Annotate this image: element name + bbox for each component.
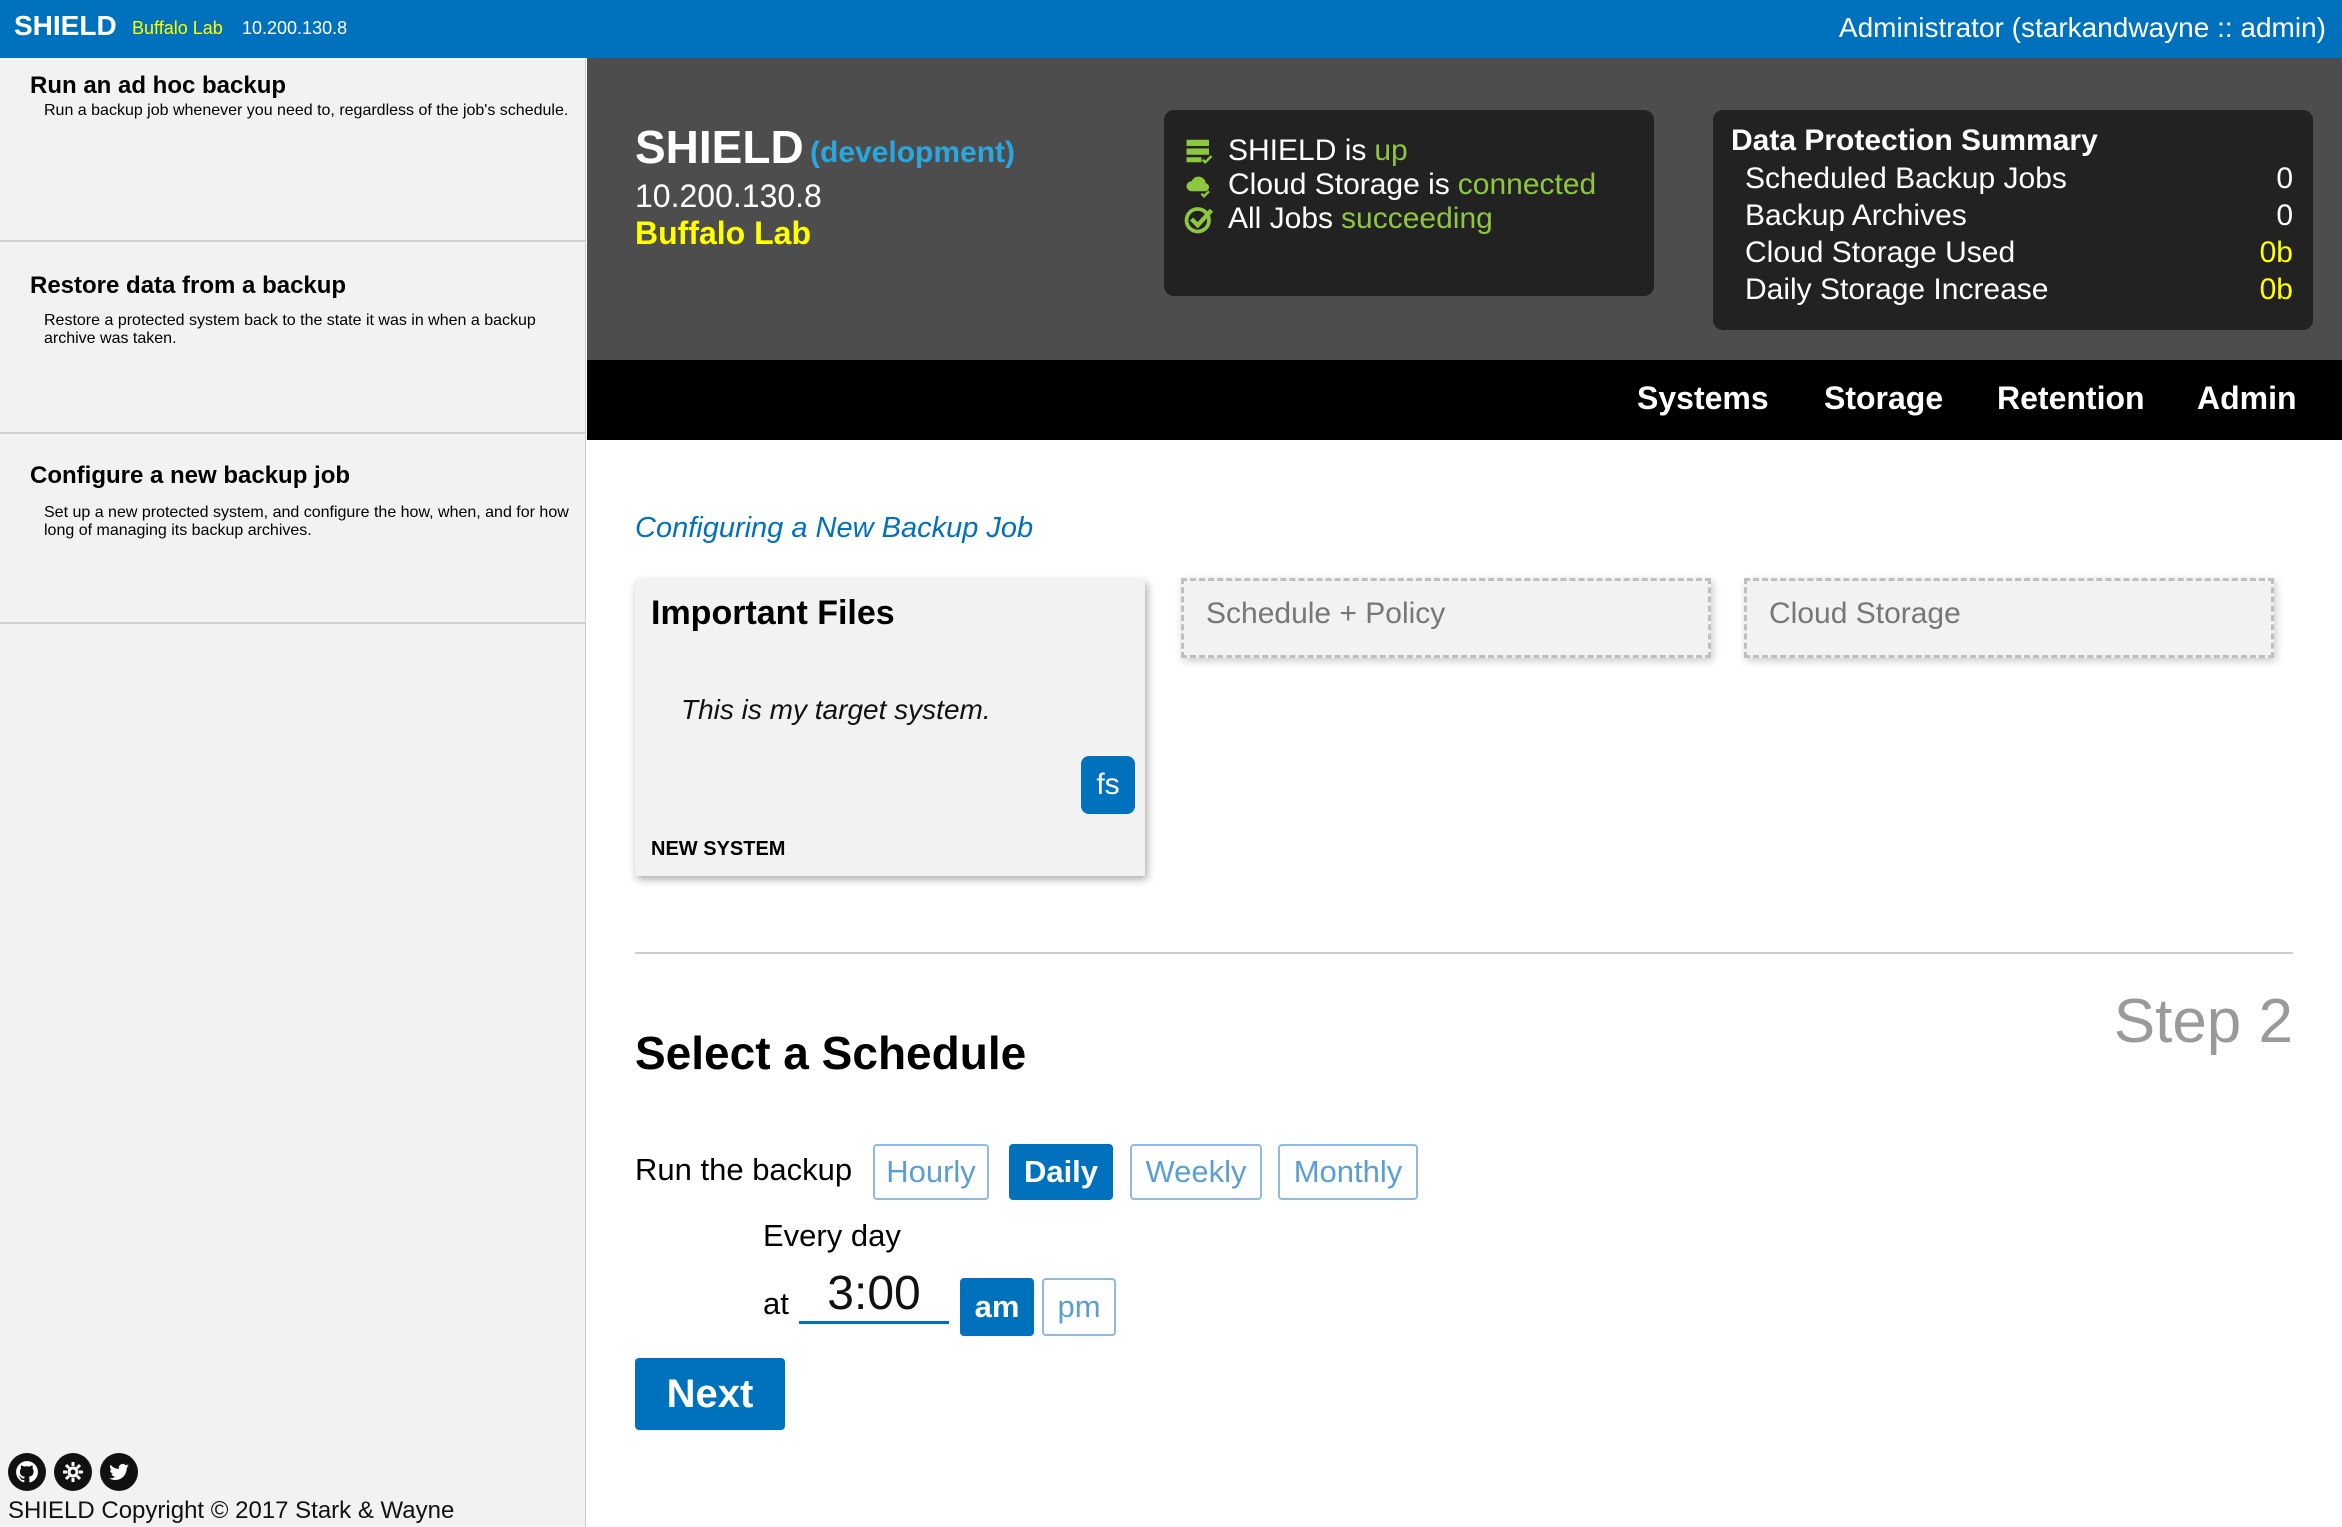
step-indicator: Step 2: [2113, 987, 2293, 1056]
nav-storage[interactable]: Storage: [1824, 380, 1943, 417]
summary-row: Cloud Storage Used 0b: [1745, 236, 2293, 269]
twitter-icon[interactable]: [100, 1453, 138, 1491]
check-icon: [1182, 202, 1216, 236]
am-button[interactable]: am: [960, 1278, 1034, 1336]
frequency-hourly-button[interactable]: Hourly: [873, 1144, 989, 1200]
copyright-text: SHIELD Copyright © 2017 Stark & Wayne: [8, 1497, 455, 1524]
sidebar-item-restore-desc: Restore a protected system back to the s…: [44, 312, 536, 347]
run-backup-label: Run the backup: [635, 1152, 853, 1187]
schedule-policy-placeholder: Schedule + Policy: [1181, 578, 1711, 658]
nav-systems[interactable]: Systems: [1637, 380, 1769, 417]
nav-retention[interactable]: Retention: [1997, 380, 2145, 417]
schedule-summary: Every day: [763, 1218, 901, 1253]
section-divider: [635, 952, 2293, 954]
environment-name: Buffalo Lab: [132, 18, 223, 38]
sidebar-divider: [0, 240, 586, 242]
top-bar: SHIELD Buffalo Lab 10.200.130.8 Administ…: [0, 0, 2342, 58]
breadcrumb: Configuring a New Backup Job: [635, 512, 1034, 544]
summary-row: Daily Storage Increase 0b: [1745, 273, 2293, 306]
sidebar-item-restore[interactable]: Restore data from a backup: [30, 272, 346, 300]
frequency-daily-button[interactable]: Daily: [1009, 1144, 1113, 1200]
header-ip: 10.200.130.8: [635, 178, 822, 214]
sidebar-item-configure-desc: Set up a new protected system, and confi…: [44, 504, 569, 539]
status-panel: SHIELD is up Cloud Storage is connected Al…: [1164, 110, 1654, 296]
system-card-footer: NEW SYSTEM: [651, 838, 786, 860]
nav-bar: Systems Storage Retention Admin: [587, 360, 2342, 440]
server-icon: [1182, 134, 1216, 168]
summary-row: Backup Archives 0: [1745, 199, 2293, 232]
summary-title: Data Protection Summary: [1731, 124, 2098, 157]
section-title: Select a Schedule: [635, 1027, 1027, 1079]
environment-ip: 10.200.130.8: [242, 18, 348, 38]
settings-icon[interactable]: [54, 1453, 92, 1491]
sidebar-item-adhoc-backup[interactable]: Run an ad hoc backup: [30, 72, 286, 100]
user-menu[interactable]: Administrator (starkandwayne :: admin): [1839, 12, 2326, 44]
sidebar-item-configure-job[interactable]: Configure a new backup job: [30, 462, 350, 490]
header-environment: (development): [810, 136, 1016, 169]
sidebar: Run an ad hoc backup Run a backup job wh…: [0, 58, 586, 1527]
summary-panel: Data Protection Summary Scheduled Backup…: [1713, 110, 2313, 330]
system-card-desc: This is my target system.: [681, 694, 991, 725]
header-panel: SHIELD (development) 10.200.130.8 Buffal…: [587, 58, 2342, 360]
sidebar-divider: [0, 432, 586, 434]
brand-logo[interactable]: SHIELD: [14, 10, 117, 42]
next-button[interactable]: Next: [635, 1358, 785, 1430]
pm-button[interactable]: pm: [1042, 1278, 1116, 1336]
header-title: SHIELD: [635, 121, 804, 173]
github-icon[interactable]: [8, 1453, 46, 1491]
system-card[interactable]: Important Files This is my target system…: [635, 580, 1145, 876]
sidebar-divider: [0, 622, 586, 624]
status-jobs: All Jobs succeeding: [1182, 202, 1493, 236]
status-shield: SHIELD is up: [1182, 134, 1408, 168]
nav-admin[interactable]: Admin: [2197, 380, 2297, 417]
system-card-title: Important Files: [651, 594, 895, 632]
summary-row: Scheduled Backup Jobs 0: [1745, 162, 2293, 195]
frequency-weekly-button[interactable]: Weekly: [1130, 1144, 1262, 1200]
frequency-monthly-button[interactable]: Monthly: [1278, 1144, 1418, 1200]
at-label: at: [763, 1286, 789, 1321]
plugin-badge: fs: [1081, 756, 1135, 814]
header-site-name: Buffalo Lab: [635, 215, 811, 251]
cloud-icon: [1182, 168, 1216, 202]
cloud-storage-placeholder: Cloud Storage: [1744, 578, 2274, 658]
sidebar-footer: SHIELD Copyright © 2017 Stark & Wayne: [8, 1453, 454, 1527]
status-cloud: Cloud Storage is connected: [1182, 168, 1596, 202]
time-input[interactable]: [799, 1266, 949, 1324]
main-content: Configuring a New Backup Job Important F…: [587, 440, 2342, 1527]
sidebar-item-adhoc-desc: Run a backup job whenever you need to, r…: [44, 102, 569, 119]
